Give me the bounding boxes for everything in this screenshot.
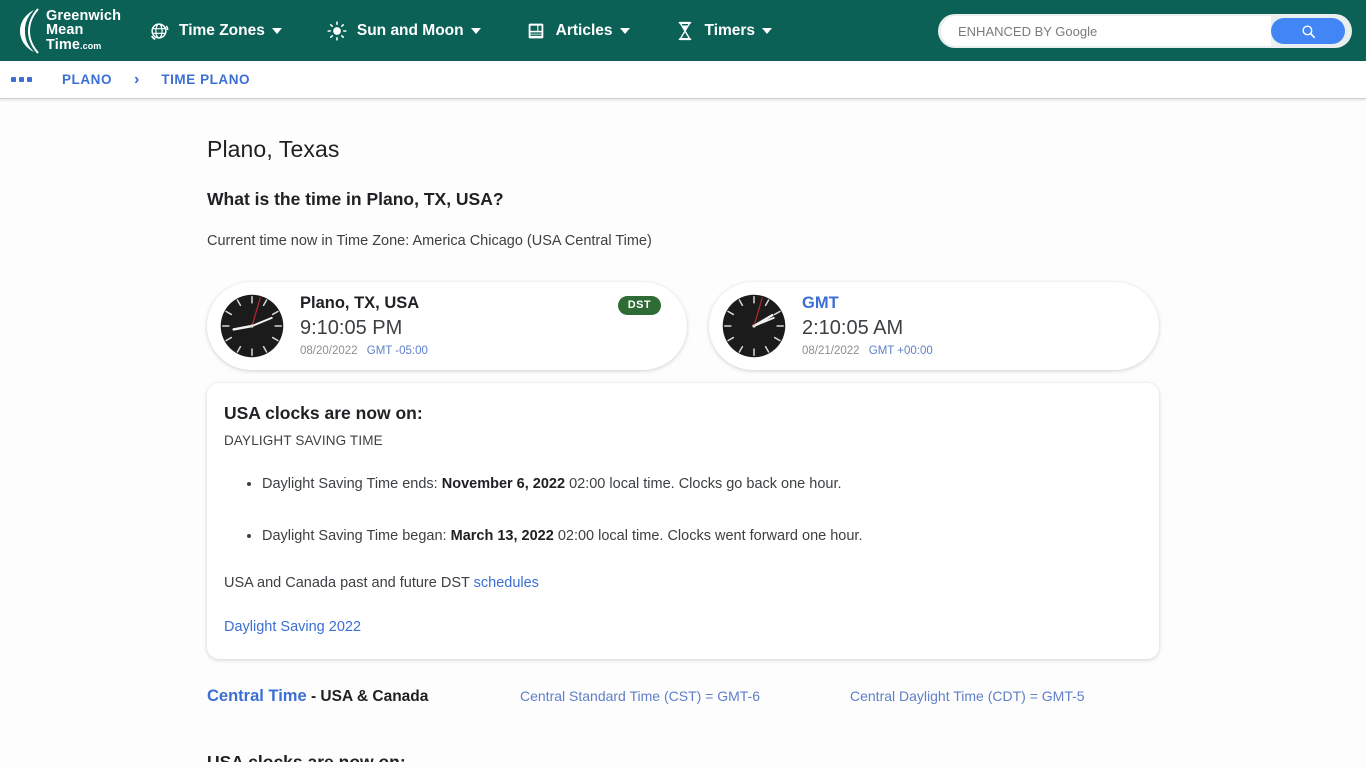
chevron-down-icon	[470, 27, 481, 34]
list-item: Daylight Saving Time began: March 13, 20…	[262, 526, 1135, 546]
dst-bullet-date: March 13, 2022	[450, 528, 554, 544]
dst-bullet-list: Daylight Saving Time ends: November 6, 2…	[262, 474, 1135, 546]
logo-line-3: Time.com	[46, 36, 102, 53]
search-input[interactable]	[958, 23, 1271, 39]
schedules-link[interactable]: schedules	[474, 575, 539, 591]
central-time-row: Central Time - USA & Canada Central Stan…	[207, 687, 1167, 706]
central-time-left: Central Time - USA & Canada	[207, 687, 520, 706]
clock-time-value: 9:10:05 PM	[300, 316, 403, 339]
clock-card-local[interactable]: Plano, TX, USA 9:10:05 PM 08/20/2022 GMT…	[207, 282, 687, 370]
dst-footer-text: USA and Canada past and future DST	[224, 575, 474, 591]
top-navigation-bar: Greenwich Mean Time.com Time Zones Sun a…	[0, 0, 1366, 61]
clock-gmt-offset: GMT +00:00	[868, 344, 933, 357]
page-body: Plano, Texas What is the time in Plano, …	[0, 99, 1366, 768]
dst-info-card: USA clocks are now on: DAYLIGHT SAVING T…	[207, 383, 1159, 659]
clock-meta: 08/20/2022 GMT -05:00	[300, 343, 428, 360]
central-standard-time-label[interactable]: Central Standard Time (CST) = GMT-6	[520, 688, 850, 704]
central-time-link[interactable]: Central Time	[207, 687, 307, 705]
search-input-wrap	[941, 16, 1271, 46]
hourglass-icon	[674, 20, 696, 42]
dst-card-subheading: DAYLIGHT SAVING TIME	[224, 433, 383, 448]
chevron-down-icon	[619, 27, 630, 34]
clock-cards-row: Plano, TX, USA 9:10:05 PM 08/20/2022 GMT…	[207, 282, 1159, 370]
main-content: Plano, Texas What is the time in Plano, …	[0, 99, 1366, 762]
clock-card-gmt[interactable]: GMT 2:10:05 AM 08/21/2022 GMT +00:00	[709, 282, 1159, 370]
logo-line-2: Mean	[46, 22, 84, 39]
dst-bullet-suffix: 02:00 local time. Clocks went forward on…	[553, 528, 863, 544]
nav-label-sun-and-moon: Sun and Moon	[356, 21, 464, 39]
daylight-saving-2022-link[interactable]: Daylight Saving 2022	[224, 619, 361, 635]
sun-icon	[326, 20, 348, 42]
nav-item-time-zones[interactable]: Time Zones	[148, 20, 282, 42]
breadcrumb-item-plano[interactable]: PLANO	[62, 72, 112, 87]
question-heading: What is the time in Plano, TX, USA?	[207, 189, 504, 209]
book-icon	[525, 20, 547, 42]
page-title: Plano, Texas	[207, 136, 340, 162]
dst-bullet-prefix: Daylight Saving Time began:	[262, 528, 451, 544]
nav-item-articles[interactable]: Articles	[525, 20, 630, 42]
status-badge-dst: DST	[617, 296, 661, 315]
clock-meta: 08/21/2022 GMT +00:00	[802, 343, 933, 360]
breadcrumb: PLANO › TIME PLANO	[0, 61, 1366, 99]
dst-bullet-prefix: Daylight Saving Time ends:	[262, 476, 442, 492]
logo-mark-icon	[18, 7, 44, 54]
list-item: Daylight Saving Time ends: November 6, 2…	[262, 474, 1135, 494]
globe-icon	[148, 20, 170, 42]
clock-location-title: Plano, TX, USA	[300, 293, 420, 312]
nav-label-timers: Timers	[704, 21, 756, 39]
clock-gmt-offset: GMT -05:00	[366, 344, 428, 357]
timezone-subline: Current time now in Time Zone: America C…	[207, 233, 652, 249]
site-logo[interactable]: Greenwich Mean Time.com	[18, 7, 138, 54]
more-dots-icon[interactable]	[11, 77, 32, 82]
dst-bottom-line: Daylight Saving 2022	[224, 619, 1135, 635]
next-section-heading-cutoff: USA clocks are now on:	[207, 752, 406, 762]
central-time-region: - USA & Canada	[306, 688, 429, 705]
chevron-right-icon: ›	[134, 70, 140, 88]
chevron-down-icon	[271, 27, 282, 34]
nav-label-articles: Articles	[555, 21, 613, 39]
clock-date: 08/21/2022	[802, 344, 860, 357]
clock-location-title[interactable]: GMT	[802, 293, 933, 314]
search-button[interactable]	[1271, 18, 1345, 44]
breadcrumb-item-time-plano[interactable]: TIME PLANO	[161, 72, 250, 87]
dst-footer-line: USA and Canada past and future DST sched…	[224, 575, 1135, 591]
clock-info-local: Plano, TX, USA 9:10:05 PM 08/20/2022 GMT…	[300, 293, 428, 360]
search-box	[938, 14, 1352, 48]
logo-text: Greenwich Mean Time.com	[46, 8, 121, 54]
nav-label-time-zones: Time Zones	[179, 21, 265, 39]
clock-date: 08/20/2022	[300, 344, 358, 357]
analog-clock-icon	[218, 292, 286, 360]
clock-info-gmt: GMT 2:10:05 AM 08/21/2022 GMT +00:00	[802, 293, 933, 360]
nav-items: Time Zones Sun and Moon Articles Timers	[138, 20, 816, 42]
chevron-down-icon	[762, 27, 773, 34]
logo-line-1: Greenwich	[46, 7, 122, 24]
dst-card-heading: USA clocks are now on:	[224, 403, 423, 423]
analog-clock-icon	[720, 292, 788, 360]
dst-bullet-date: November 6, 2022	[441, 476, 566, 492]
dst-bullet-suffix: 02:00 local time. Clocks go back one hou…	[565, 476, 842, 492]
search-icon	[1301, 24, 1315, 38]
nav-item-timers[interactable]: Timers	[674, 20, 773, 42]
nav-item-sun-and-moon[interactable]: Sun and Moon	[326, 20, 481, 42]
clock-time-value: 2:10:05 AM	[802, 316, 904, 339]
central-daylight-time-label[interactable]: Central Daylight Time (CDT) = GMT-5	[850, 688, 1085, 704]
